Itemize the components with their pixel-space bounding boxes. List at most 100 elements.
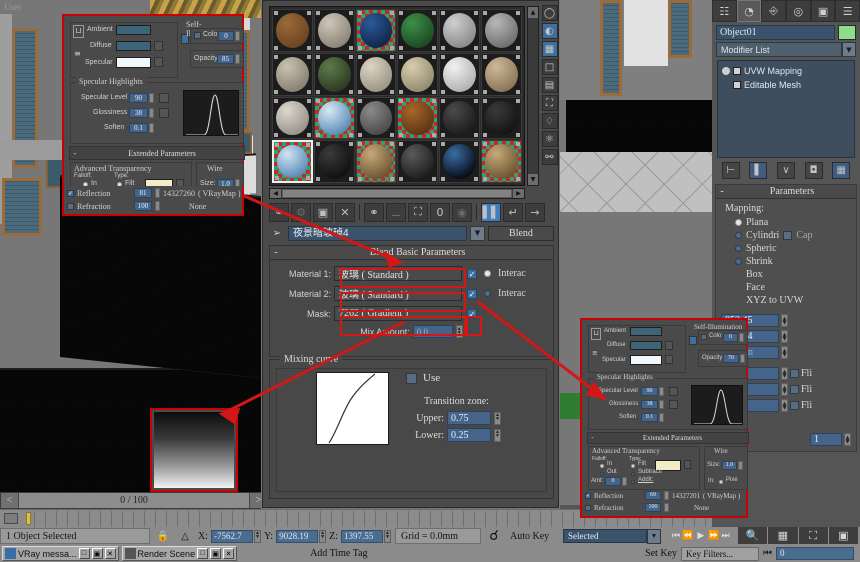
reset-map-icon[interactable]: ✕ bbox=[335, 202, 355, 222]
lock-ambient-diffuse-icon[interactable]: ⊔ bbox=[591, 328, 601, 340]
y-spinner[interactable]: ▲ ▼ bbox=[319, 529, 327, 543]
modify-tab-icon[interactable]: ◔ bbox=[736, 0, 762, 22]
go-forward-to-sibling-icon[interactable]: → bbox=[525, 202, 545, 222]
taskbar-item-render-scene[interactable]: Render Scene □ ▣ ✕ bbox=[121, 546, 238, 561]
falloff-out-radio[interactable] bbox=[600, 472, 604, 476]
lower-field[interactable]: 0.25 bbox=[447, 428, 491, 442]
lock-diffuse-specular-icon[interactable]: ≡ bbox=[592, 349, 600, 357]
refraction-spinner[interactable] bbox=[155, 201, 160, 211]
material-slot[interactable] bbox=[481, 52, 522, 96]
channel-spinner[interactable]: ▲ ▼ bbox=[844, 433, 851, 446]
mapping-option-planar[interactable]: Plana bbox=[721, 216, 851, 229]
material-editor-window[interactable]: ▲ ▼ ◀ ▶ ◯ ◐ ▦ □ ▤ ⛶ ♢ ⚛ ⚯ ⚭ ⚙ ▣ ✕ ⚭ ⚊ ⛶ bbox=[262, 0, 559, 508]
mixing-curve-controls[interactable]: Use Transition zone: Upper: 0.75 ▲ ▼ Lowe… bbox=[406, 372, 501, 445]
scroll-left-icon[interactable]: ◀ bbox=[270, 189, 281, 198]
material-slot[interactable] bbox=[439, 96, 481, 140]
go-to-start-icon[interactable]: ⏮ bbox=[672, 531, 680, 541]
material-slot[interactable] bbox=[272, 96, 313, 140]
material-slot[interactable] bbox=[313, 52, 355, 96]
make-material-copy-icon[interactable]: ⚭ bbox=[364, 202, 384, 222]
slots-horizontal-scrollbar[interactable]: ◀ ▶ bbox=[269, 188, 525, 199]
modifier-stack-tools[interactable]: ⊢ ▌ ∨ ◘ ▦ bbox=[717, 160, 855, 180]
reflection-map-name[interactable]: 14327201 bbox=[672, 492, 700, 500]
diffuse-color-swatch[interactable] bbox=[630, 341, 662, 350]
collapse-icon[interactable]: - bbox=[588, 434, 597, 442]
set-key-button[interactable]: Set Key bbox=[645, 548, 677, 559]
refraction-amount-field[interactable]: 100 bbox=[645, 503, 661, 512]
self-illum-color-checkbox[interactable] bbox=[701, 334, 707, 340]
filter-map-button[interactable] bbox=[684, 460, 691, 469]
restore-icon[interactable]: □ bbox=[78, 548, 90, 559]
taskbar[interactable]: VRay messa... □ ▣ ✕ Render Scene □ ▣ ✕ A… bbox=[0, 545, 860, 562]
add-time-tag-button[interactable]: Add Time Tag bbox=[310, 548, 367, 559]
radio-icon[interactable] bbox=[735, 219, 742, 226]
specular-color-swatch[interactable] bbox=[630, 355, 662, 365]
v-tile-spinner[interactable]: ▲ ▼ bbox=[781, 383, 788, 396]
material-slot[interactable] bbox=[355, 140, 397, 183]
pin-stack-icon[interactable]: ⊢ bbox=[721, 161, 740, 179]
material-slot[interactable] bbox=[313, 96, 355, 140]
material-slot[interactable] bbox=[272, 9, 313, 52]
reflection-amount-field[interactable]: 69 bbox=[645, 491, 661, 500]
collapse-icon[interactable]: - bbox=[70, 149, 80, 158]
material-slot[interactable] bbox=[397, 140, 439, 183]
diffuse-color-swatch[interactable] bbox=[116, 41, 151, 51]
mixing-curve-group[interactable]: Mixing curve Use Transition zone: Upper:… bbox=[269, 354, 554, 499]
put-to-library-icon[interactable]: ⛶ bbox=[408, 202, 428, 222]
glossiness-map-button[interactable] bbox=[159, 108, 169, 118]
opacity-group[interactable]: Opacity 70 bbox=[698, 350, 748, 367]
sample-type-icon[interactable]: ◯ bbox=[541, 5, 558, 21]
specular-highlights-group[interactable]: Specular Highlights Specular Level 90 Gl… bbox=[70, 77, 244, 144]
lock-ambient-diffuse-icon[interactable]: ⊔ bbox=[73, 25, 84, 38]
radio-icon[interactable] bbox=[735, 258, 742, 265]
material-slot[interactable] bbox=[439, 52, 481, 96]
glossiness-field[interactable]: 38 bbox=[641, 400, 658, 409]
gradient-map-preview[interactable] bbox=[150, 408, 238, 492]
put-to-scene-icon[interactable]: ⚙ bbox=[291, 202, 311, 222]
previous-frame-icon[interactable]: ⏪ bbox=[682, 531, 693, 541]
reflection-checkbox[interactable]: ✓ bbox=[585, 492, 591, 499]
length-spinner[interactable]: ▲ ▼ bbox=[781, 314, 788, 327]
material-type-button[interactable]: Blend bbox=[488, 225, 554, 241]
play-animation-icon[interactable]: ▶ bbox=[695, 529, 707, 542]
refraction-map-name[interactable]: None bbox=[694, 504, 709, 512]
panel-body[interactable]: ⊔ ≡ Ambient Diffuse Specular Self-Illumi… bbox=[584, 322, 749, 513]
auto-key-button[interactable]: Auto Key bbox=[505, 528, 561, 544]
refraction-checkbox[interactable] bbox=[585, 504, 591, 511]
material-slot[interactable] bbox=[481, 9, 522, 52]
advanced-transparency-group[interactable]: Advanced Transparency Falloff: Type: In … bbox=[588, 446, 700, 490]
cap-checkbox[interactable] bbox=[783, 231, 793, 240]
scroll-up-icon[interactable]: ▲ bbox=[528, 7, 538, 18]
modifier-stack-item-uvw[interactable]: UVW Mapping bbox=[720, 64, 852, 78]
x-spinner[interactable]: ▲ ▼ bbox=[254, 529, 261, 543]
blend-rollout-body[interactable]: Material 1: 玻璃 ( Standard ) ✓ Interac Ma… bbox=[270, 260, 553, 343]
motion-tab-icon[interactable]: ◎ bbox=[786, 0, 811, 22]
amt-field[interactable]: 0 bbox=[605, 477, 621, 486]
assign-to-selection-icon[interactable]: ▣ bbox=[313, 202, 333, 222]
extended-parameters-header[interactable]: - Extended Parameters bbox=[587, 432, 749, 444]
mapping-option-shrink[interactable]: Shrink bbox=[721, 255, 851, 268]
panel-body[interactable]: ⊔ ≡ Ambient Diffuse Specular Self-Illumi… bbox=[66, 18, 245, 212]
lower-spinner[interactable]: ▲ ▼ bbox=[494, 428, 501, 442]
frame-counter[interactable]: < 0 / 100 > bbox=[0, 492, 268, 509]
taskbar-item-vray[interactable]: VRay messa... □ ▣ ✕ bbox=[2, 546, 119, 561]
soften-spinner[interactable] bbox=[659, 413, 664, 422]
utilities-tab-icon[interactable]: ☰ bbox=[835, 0, 860, 22]
falloff-in-radio[interactable] bbox=[600, 464, 604, 468]
reflection-amount-field[interactable]: 81 bbox=[134, 188, 152, 198]
remove-modifier-icon[interactable]: ◘ bbox=[804, 161, 823, 179]
material-slot[interactable] bbox=[439, 9, 481, 52]
self-illum-group[interactable]: Colo 0 bbox=[190, 28, 244, 44]
maps-rows-bottom[interactable]: ✓ Reflection 69 14327201 ( VRayMap ) Ref… bbox=[580, 490, 748, 518]
transform-icon[interactable]: △ bbox=[174, 528, 196, 544]
modifier-stack[interactable]: UVW Mapping Editable Mesh bbox=[717, 60, 855, 158]
opacity-spinner[interactable] bbox=[740, 354, 745, 363]
specular-level-spinner[interactable] bbox=[659, 387, 664, 396]
amt-spinner[interactable] bbox=[622, 477, 627, 486]
current-frame-field[interactable]: 0 bbox=[776, 547, 854, 560]
mix-amount-spinner[interactable]: ▲ ▼ bbox=[455, 325, 463, 338]
maps-rows-top[interactable]: ✓ Reflection 81 14327260 ( VRayMap ) Ref… bbox=[62, 186, 244, 216]
ambient-map-button[interactable] bbox=[689, 336, 697, 345]
soften-field[interactable]: 0.1 bbox=[641, 413, 658, 422]
refraction-amount-field[interactable]: 100 bbox=[134, 201, 152, 211]
